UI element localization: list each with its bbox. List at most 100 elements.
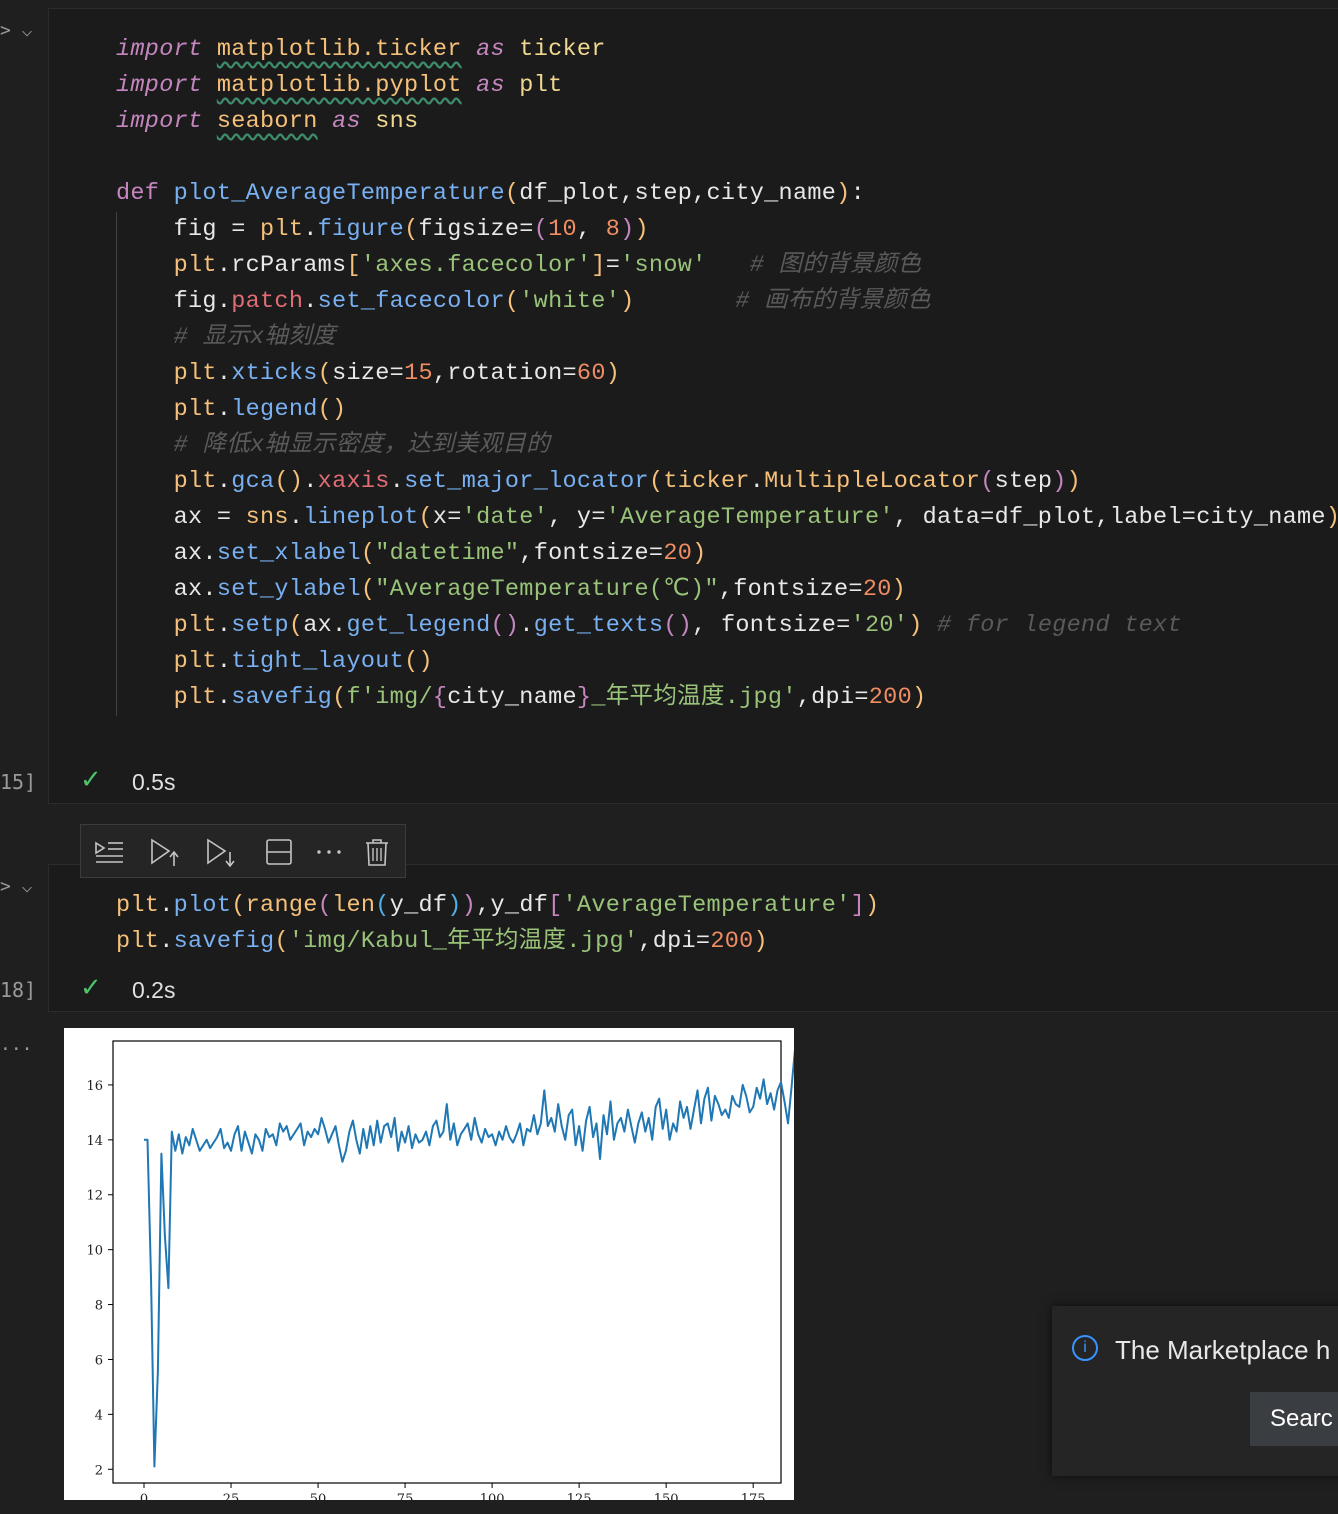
code-token: } [576, 684, 592, 711]
y-tick-label: 6 [95, 1353, 103, 1368]
code-token: [ [548, 892, 563, 919]
y-tick-label: 14 [86, 1134, 103, 1149]
code-token: tight_layout [231, 648, 405, 675]
code-token: xaxis [317, 468, 390, 495]
code-token: ticker [519, 36, 606, 63]
code-token: _年平均温度.jpg' [591, 684, 797, 711]
code-line: plt.plot(range(len(y_df)),y_df['AverageT… [116, 888, 879, 924]
code-token: get_texts [533, 612, 664, 639]
code-token: ) [1326, 504, 1338, 531]
output-menu-ellipsis[interactable]: ... [0, 1034, 33, 1055]
code-token: [ [346, 252, 361, 279]
cell-1-execution-count: 15] [0, 770, 37, 794]
code-token: () [404, 648, 433, 675]
code-line: plt.tight_layout() [116, 644, 1338, 680]
code-token: . [216, 360, 232, 387]
code-token: ( [360, 540, 376, 567]
code-token: ] [591, 252, 606, 279]
code-token: x= [432, 504, 462, 531]
code-token: () [317, 396, 347, 423]
code-token: 60 [576, 360, 606, 387]
code-token: ax. [116, 576, 217, 603]
y-tick-label: 12 [86, 1189, 103, 1204]
code-token: import [116, 72, 203, 99]
code-token: xticks [231, 360, 318, 387]
code-token: () [663, 612, 693, 639]
info-icon: i [1072, 1335, 1098, 1361]
code-token: ) [634, 216, 649, 243]
code-token: "datetime" [375, 540, 520, 567]
code-token: , [576, 216, 606, 243]
x-tick-label: 75 [397, 1492, 414, 1500]
run-by-line-icon[interactable] [93, 836, 125, 868]
split-cell-icon[interactable] [263, 836, 295, 868]
y-tick-label: 10 [86, 1244, 103, 1259]
code-token: plt [116, 928, 160, 955]
code-line: plt.rcParams['axes.facecolor']='snow' # … [116, 248, 1338, 284]
code-token: legend [231, 396, 318, 423]
code-token: ) [864, 892, 880, 919]
code-token: y_df [389, 892, 448, 919]
x-tick-label: 175 [741, 1492, 766, 1500]
code-token: # for legend text [937, 612, 1182, 639]
code-line: plt.gca().xaxis.set_major_locator(ticker… [116, 464, 1338, 500]
code-token: as [332, 108, 361, 135]
code-token: ,dpi= [796, 684, 869, 711]
code-token: as [476, 36, 505, 63]
notification-search-button[interactable]: Searc [1250, 1392, 1338, 1446]
code-token: . [288, 504, 304, 531]
more-icon[interactable] [313, 836, 345, 868]
x-tick-label: 0 [140, 1492, 148, 1500]
code-token: 'snow' [620, 252, 707, 279]
code-token: () [490, 612, 520, 639]
cell-1-collapse-chevron-icon[interactable]: > ⌵ [0, 20, 33, 41]
cell-2-code-editor[interactable]: plt.plot(range(len(y_df)),y_df['AverageT… [116, 888, 879, 960]
code-token: 200 [868, 684, 912, 711]
cell-1-code-editor[interactable]: import matplotlib.ticker as ticker import… [116, 32, 1338, 716]
code-token: () [274, 468, 304, 495]
code-line: plt.savefig(f'img/{city_name}_年平均温度.jpg'… [116, 680, 1338, 716]
code-token: ( [274, 928, 289, 955]
code-token: range [245, 892, 318, 919]
code-token: city_name [447, 684, 577, 711]
code-token: 'date' [461, 504, 549, 531]
x-tick-label: 100 [480, 1492, 505, 1500]
y-tick-label: 8 [95, 1299, 103, 1314]
code-token: sns [375, 108, 419, 135]
code-token: 'AverageTemperature' [562, 892, 851, 919]
code-token: . [216, 684, 232, 711]
series-line [144, 1049, 796, 1468]
code-token: 20 [663, 540, 693, 567]
code-token: ( [504, 180, 520, 207]
x-tick-label: 50 [310, 1492, 327, 1500]
code-token: : [850, 180, 865, 207]
code-token: plt [260, 216, 304, 243]
cell-toolbar [80, 824, 406, 878]
delete-icon[interactable] [361, 836, 393, 868]
notification-message: The Marketplace h [1115, 1335, 1331, 1365]
code-token: ) [891, 576, 907, 603]
code-token: , data=df_plot,label=city_name [893, 504, 1326, 531]
code-token: ax = [116, 504, 246, 531]
code-token: ax. [116, 540, 217, 567]
code-line: import seaborn as sns [116, 104, 1338, 140]
code-token: ) [1066, 468, 1082, 495]
code-token: . [159, 892, 174, 919]
code-token: 10 [548, 216, 577, 243]
cell-2-collapse-chevron-icon[interactable]: > ⌵ [0, 876, 33, 897]
code-token: set_xlabel [216, 540, 361, 567]
code-token: { [432, 684, 448, 711]
code-token: ticker [663, 468, 750, 495]
run-below-icon[interactable] [205, 836, 237, 868]
code-token: plt [173, 360, 217, 387]
run-above-icon[interactable] [149, 836, 181, 868]
